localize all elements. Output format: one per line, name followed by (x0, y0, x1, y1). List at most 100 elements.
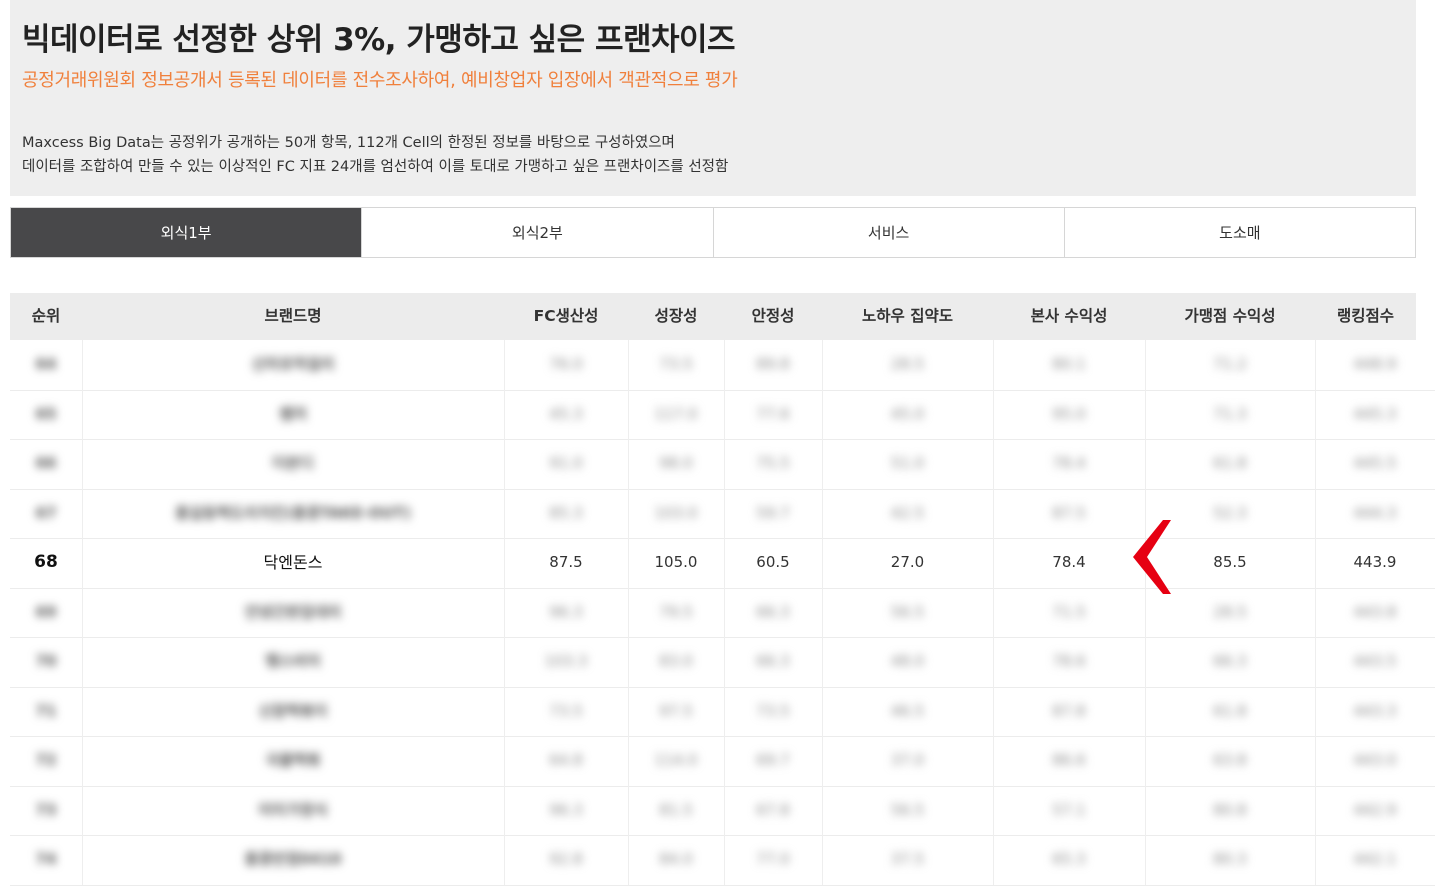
fc-cell: 73.5 (549, 701, 583, 720)
franchisee-cell: 61.8 (1213, 701, 1247, 720)
stability-cell: 67.8 (756, 800, 790, 819)
ranking-table-body: 64 신마포막걸리 76.0 73.5 89.8 28.5 80.1 71.2 448.9 65 쌤… (10, 340, 1435, 886)
hq-cell: 87.5 (1052, 503, 1086, 522)
rank-cell: 71 (35, 701, 57, 720)
fc-cell: 92.8 (549, 850, 583, 868)
rank-cell: 68 (34, 552, 58, 572)
franchisee-cell: 71.3 (1213, 404, 1247, 423)
left-chevron-marker-icon (1133, 520, 1171, 594)
knowhow-cell: 48.0 (890, 652, 925, 670)
hq-cell: 78.4 (1052, 553, 1086, 571)
col-growth-header: 성장성 (654, 307, 698, 325)
brand-cell: 더본디 (272, 454, 314, 472)
score-cell: 445.3 (1353, 404, 1397, 423)
growth-cell: 73.5 (659, 355, 693, 373)
stability-cell: 73.5 (756, 701, 790, 720)
stability-cell: 77.0 (756, 850, 790, 868)
col-brand-header: 브랜드명 (264, 307, 322, 325)
score-cell: 443.8 (1353, 602, 1397, 621)
growth-cell: 84.0 (659, 850, 693, 868)
fc-cell: 76.0 (549, 355, 583, 373)
table-row: 65 쌤저 45.3 117.0 77.6 45.0 95.0 71.3 445.3 (10, 389, 1435, 440)
stability-cell: 60.5 (756, 553, 790, 571)
rank-cell: 65 (35, 404, 57, 423)
fc-cell: 96.3 (549, 602, 583, 621)
description-line-2: 데이터를 조합하여 만들 수 있는 이상적인 FC 지표 24개를 엄선하여 이… (22, 159, 729, 175)
fc-cell: 85.3 (549, 503, 583, 522)
hq-cell: 78.4 (1052, 454, 1086, 472)
rank-cell: 64 (35, 355, 57, 373)
hq-cell: 57.1 (1052, 800, 1086, 819)
brand-cell: 홍길동떡도리치킨(홍콩TAKE-OUT) (175, 503, 411, 522)
hq-cell: 78.6 (1052, 652, 1086, 670)
growth-cell: 114.0 (654, 751, 698, 769)
stability-cell: 66.3 (756, 652, 790, 670)
hq-cell: 86.6 (1052, 751, 1086, 769)
stability-cell: 59.7 (756, 503, 790, 522)
rank-cell: 73 (35, 800, 57, 819)
table-row: 64 신마포막걸리 76.0 73.5 89.8 28.5 80.1 71.2 448.9 (10, 340, 1435, 391)
knowhow-cell: 51.0 (890, 454, 925, 472)
score-cell: 444.3 (1353, 503, 1397, 522)
growth-cell: 81.5 (659, 800, 693, 819)
score-cell: 442.9 (1353, 800, 1397, 819)
franchisee-cell: 63.8 (1213, 751, 1247, 769)
brand-cell: 신마포막걸리 (251, 355, 335, 373)
knowhow-cell: 56.5 (890, 602, 925, 621)
fc-cell: 45.3 (549, 404, 583, 423)
knowhow-cell: 37.5 (890, 850, 925, 868)
brand-cell: 안녕간판집대리 (244, 602, 342, 621)
knowhow-cell: 42.5 (890, 503, 925, 522)
brand-cell: 땡스비어 (265, 652, 321, 670)
tab-dining-2[interactable]: 외식2부 (361, 208, 713, 257)
growth-cell: 79.5 (659, 602, 693, 621)
knowhow-cell: 28.5 (890, 355, 925, 373)
table-row: 74 홍콩반점0410 92.8 84.0 77.0 37.5 65.3 80.3 442.1 (10, 835, 1435, 886)
fc-cell: 91.0 (549, 454, 583, 472)
score-cell: 443.9 (1353, 553, 1397, 571)
knowhow-cell: 37.0 (890, 751, 925, 769)
col-franchisee-header: 가맹점 수익성 (1184, 307, 1276, 325)
franchisee-cell: 71.2 (1213, 355, 1247, 373)
col-rank-header: 순위 (31, 307, 61, 325)
score-cell: 442.1 (1353, 850, 1397, 868)
stability-cell: 75.5 (756, 454, 790, 472)
table-row: 69 안녕간판집대리 96.3 79.5 66.3 56.5 71.5 28.5 443.8 (10, 587, 1435, 638)
brand-cell: 미미가정식 (258, 800, 328, 819)
description-line-1: Maxcess Big Data는 공정위가 공개하는 50개 항목, 112개… (22, 135, 675, 151)
franchisee-cell: 28.5 (1213, 602, 1247, 621)
knowhow-cell: 45.0 (890, 404, 925, 423)
stability-cell: 77.6 (756, 404, 790, 423)
fc-cell: 64.8 (549, 751, 583, 769)
score-cell: 448.9 (1353, 355, 1397, 373)
table-row: 67 홍길동떡도리치킨(홍콩TAKE-OUT) 85.3 103.0 59.7 42.5 8… (10, 488, 1435, 539)
table-row: 71 신참떡볶이 73.5 97.5 73.5 46.5 87.8 61.8 443.3 (10, 686, 1435, 737)
growth-cell: 98.0 (659, 454, 693, 472)
brand-cell: 닥엔돈스 (263, 553, 323, 572)
tab-service[interactable]: 서비스 (712, 208, 1064, 257)
growth-cell: 105.0 (654, 553, 698, 571)
table-row-highlighted: 68 닥엔돈스 87.5 105.0 60.5 27.0 78.4 85.5 443.9 (10, 538, 1435, 589)
table-row: 73 미미가정식 96.3 81.5 67.8 56.5 57.1 80.8 442.9 (10, 785, 1435, 836)
fc-cell: 103.3 (544, 652, 588, 670)
col-stability-header: 안정성 (751, 307, 795, 325)
table-row: 72 국물떡볶 64.8 114.0 69.7 37.0 86.6 63.8 443.0 (10, 736, 1435, 787)
hq-cell: 65.3 (1052, 850, 1086, 868)
col-score-header: 랭킹점수 (1336, 307, 1395, 325)
page-subtitle: 공정거래위원회 정보공개서 등록된 데이터를 전수조사하여, 예비창업자 입장에… (22, 70, 738, 91)
hq-cell: 80.1 (1052, 355, 1086, 373)
fc-cell: 96.3 (549, 800, 583, 819)
tab-retail[interactable]: 도소매 (1063, 208, 1415, 257)
tab-dining-1[interactable]: 외식1부 (11, 208, 362, 257)
growth-cell: 97.5 (659, 701, 693, 720)
brand-cell: 신참떡볶이 (258, 701, 328, 720)
growth-cell: 103.0 (654, 503, 698, 522)
col-knowhow-header: 노하우 집약도 (862, 307, 953, 325)
col-hq-header: 본사 수익성 (1030, 307, 1108, 325)
category-tabs: 외식1부 외식2부 서비스 도소매 (10, 207, 1416, 258)
franchisee-cell: 80.8 (1213, 800, 1247, 819)
rank-cell: 74 (35, 850, 57, 868)
knowhow-cell: 56.5 (890, 800, 925, 819)
hq-cell: 71.5 (1052, 602, 1086, 621)
hq-cell: 87.8 (1052, 701, 1086, 720)
